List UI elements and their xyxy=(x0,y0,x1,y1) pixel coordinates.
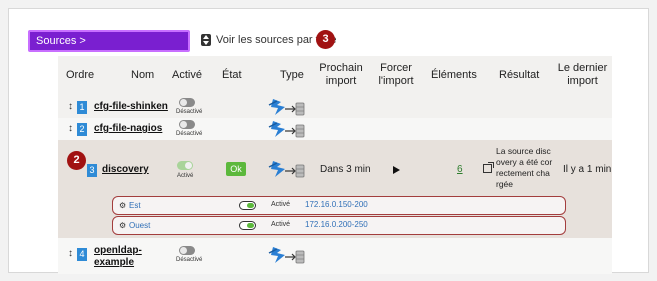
callout-badge-3: 3 xyxy=(316,30,335,49)
source-type-icon xyxy=(268,161,305,178)
gear-icon: ⚙ xyxy=(119,201,127,210)
sub-rule-label[interactable]: Ouest xyxy=(129,221,150,230)
reorder-icon[interactable]: ↕ xyxy=(68,248,73,259)
source-name-link[interactable]: openldap- example xyxy=(94,245,142,269)
source-type-icon xyxy=(268,247,305,264)
enabled-label: Désactivé xyxy=(176,109,203,115)
enabled-label: Désactivé xyxy=(176,131,203,137)
enabled-switch[interactable] xyxy=(177,161,193,170)
col-elements: Éléments xyxy=(431,69,477,81)
callout-badge-2: 2 xyxy=(67,151,86,170)
play-icon[interactable] xyxy=(393,166,400,174)
source-name-link[interactable]: cfg-file-nagios xyxy=(94,123,162,134)
sub-rule-row[interactable]: ⚙ Est Activé 172.16.0.150-200 xyxy=(112,196,566,215)
status-badge: Ok xyxy=(226,162,246,176)
table-row: ↕ 1 cfg-file-shinken Désactivé xyxy=(58,96,612,118)
col-nom: Nom xyxy=(131,69,155,81)
col-prochain-import: Prochain import xyxy=(319,62,363,87)
sub-rule-status: Activé xyxy=(271,221,291,228)
enabled-switch[interactable] xyxy=(179,120,195,129)
source-type-icon xyxy=(268,99,305,116)
enabled-switch[interactable] xyxy=(179,98,195,107)
order-badge: 2 xyxy=(77,123,87,136)
next-import: Dans 3 min xyxy=(320,164,371,175)
reorder-icon[interactable]: ↕ xyxy=(68,101,73,112)
col-type: Type xyxy=(280,69,304,81)
order-badge: 4 xyxy=(77,248,87,261)
sources-button[interactable]: Sources > xyxy=(28,30,190,52)
enabled-switch[interactable] xyxy=(179,246,195,255)
table-header: Ordre Nom Activé État Type Prochain impo… xyxy=(58,56,612,96)
source-type-icon xyxy=(268,121,305,138)
source-name-link[interactable]: cfg-file-shinken xyxy=(94,101,168,112)
sub-rule-label[interactable]: Est xyxy=(129,201,141,210)
sub-rule-status: Activé xyxy=(271,201,291,208)
col-forcer-import: Forcer l'import xyxy=(378,62,414,87)
col-etat: État xyxy=(222,69,242,81)
reorder-icon[interactable]: ↕ xyxy=(68,123,73,134)
source-name-link[interactable]: discovery xyxy=(102,164,149,175)
sub-rule-row[interactable]: ⚙ Ouest Activé 172.16.0.200-250 xyxy=(112,216,566,235)
elements-count-link[interactable]: 6 xyxy=(457,164,463,175)
enabled-label: Activé xyxy=(177,173,194,179)
enabled-label: Désactivé xyxy=(176,257,203,263)
sources-table: Ordre Nom Activé État Type Prochain impo… xyxy=(58,56,612,274)
gear-icon: ⚙ xyxy=(119,221,127,230)
col-resultat: Résultat xyxy=(499,69,540,81)
table-row: ↕ 4 openldap- example Désactivé xyxy=(58,238,612,274)
sub-rule-ip-range: 172.16.0.200-250 xyxy=(305,220,368,229)
table-row: ↕ 2 cfg-file-nagios Désactivé xyxy=(58,118,612,140)
page-panel: Sources > Voir les sources par type 3 Or… xyxy=(8,8,649,274)
external-link-icon[interactable] xyxy=(483,162,494,173)
order-badge: 3 xyxy=(87,164,97,177)
sort-icon xyxy=(201,34,211,46)
col-dernier-import: Le dernier import xyxy=(557,62,608,87)
table-row-selected: 3 discovery Activé Ok Dans 3 min 6 La so… xyxy=(58,140,612,238)
col-ordre: Ordre xyxy=(66,69,95,81)
last-import: Il y a 1 min xyxy=(563,164,612,175)
col-active: Activé xyxy=(172,69,202,81)
result-text: La source disc overy a été cor rectement… xyxy=(496,146,553,189)
sub-rule-toggle[interactable] xyxy=(239,221,256,230)
sub-rule-toggle[interactable] xyxy=(239,201,256,210)
sub-rule-ip-range: 172.16.0.150-200 xyxy=(305,200,368,209)
order-badge: 1 xyxy=(77,101,87,114)
